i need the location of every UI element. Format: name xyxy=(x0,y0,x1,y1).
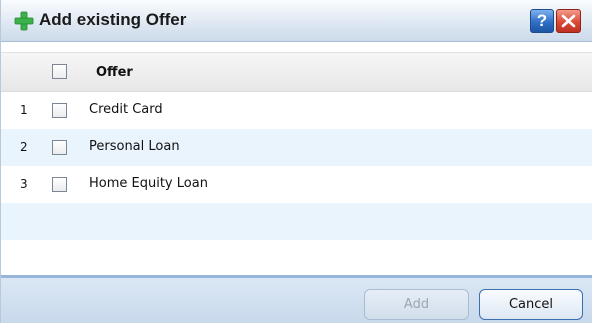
row-checkbox[interactable] xyxy=(52,140,67,155)
row-number: 2 xyxy=(20,140,28,154)
row-checkbox[interactable] xyxy=(52,103,67,118)
plus-icon xyxy=(14,11,34,31)
cancel-button[interactable]: Cancel xyxy=(479,289,583,320)
table-row[interactable]: 3 Home Equity Loan xyxy=(1,166,592,203)
dialog-footer: Add Cancel xyxy=(1,275,592,323)
empty-row xyxy=(1,203,592,240)
select-all-checkbox[interactable] xyxy=(52,64,67,79)
add-button[interactable]: Add xyxy=(364,289,469,320)
table-row[interactable]: 2 Personal Loan xyxy=(1,129,592,166)
dialog-title: Add existing Offer xyxy=(39,10,187,29)
add-existing-offer-dialog: Add existing Offer ? Offer 1 Credit Card… xyxy=(0,0,592,323)
offer-name: Personal Loan xyxy=(89,139,180,154)
row-number: 1 xyxy=(20,103,28,117)
row-checkbox[interactable] xyxy=(52,177,67,192)
close-icon xyxy=(561,14,576,28)
close-button[interactable] xyxy=(556,9,581,33)
offer-name: Home Equity Loan xyxy=(89,176,208,191)
table-header: Offer xyxy=(1,52,592,92)
help-button[interactable]: ? xyxy=(530,9,554,33)
offer-list: 1 Credit Card 2 Personal Loan 3 Home Equ… xyxy=(1,92,592,277)
table-row[interactable]: 1 Credit Card xyxy=(1,92,592,129)
row-number: 3 xyxy=(20,177,28,191)
column-header-offer: Offer xyxy=(96,65,133,80)
empty-row xyxy=(1,240,592,277)
dialog-titlebar: Add existing Offer ? xyxy=(1,0,592,42)
offer-name: Credit Card xyxy=(89,102,163,117)
help-icon: ? xyxy=(536,11,548,30)
